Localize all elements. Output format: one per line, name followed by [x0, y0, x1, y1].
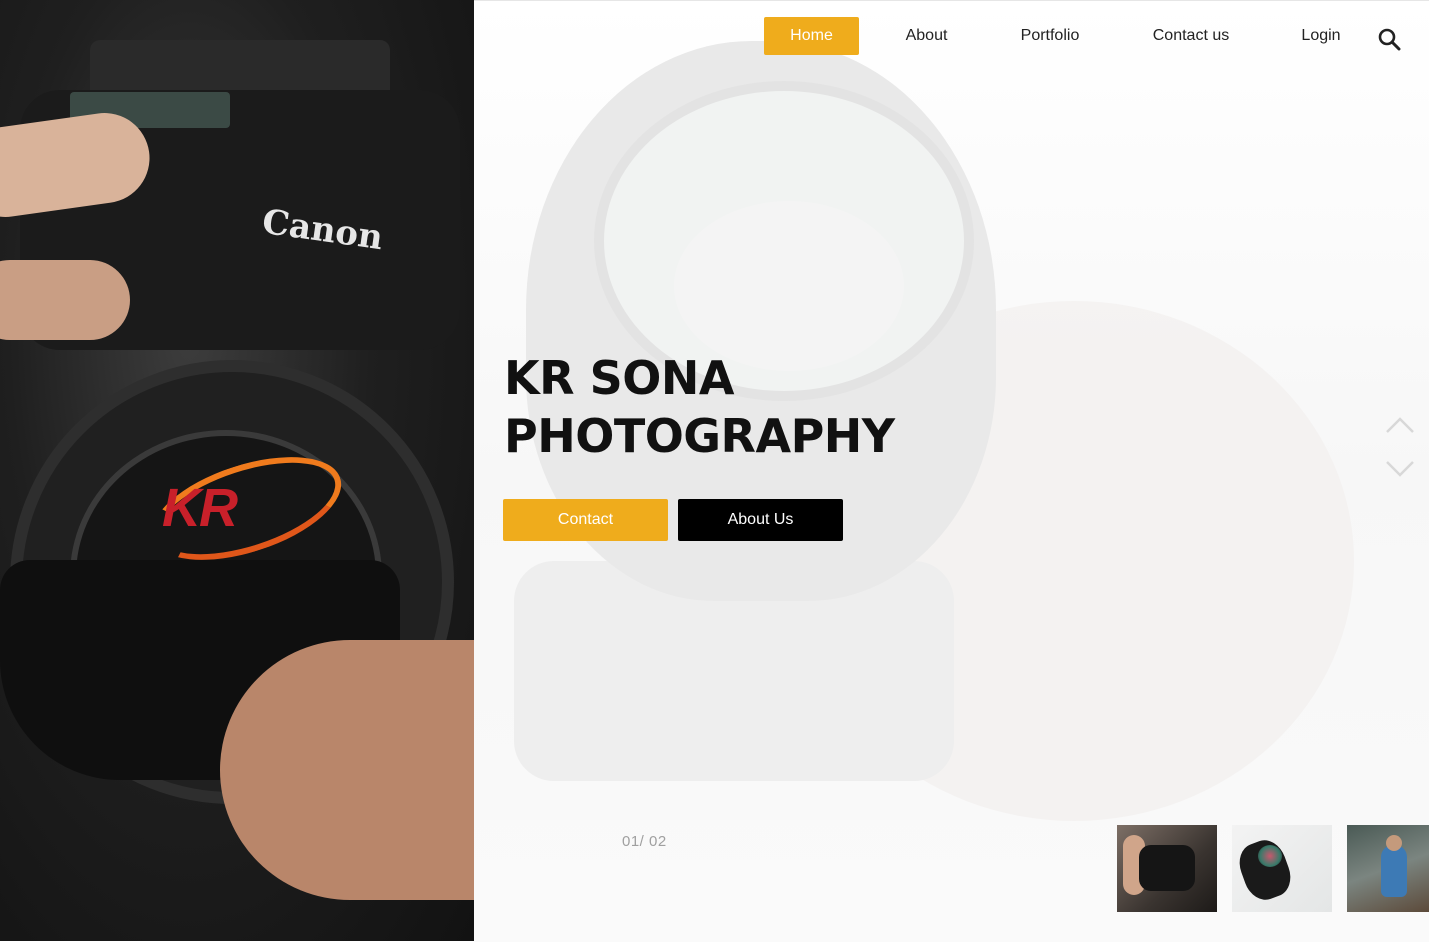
slide-counter: 01/ 02 — [622, 833, 667, 850]
thumbnail-lens-glass — [1258, 845, 1282, 867]
title-line-2: PHOTOGRAPHY — [504, 409, 895, 463]
nav-item-portfolio[interactable]: Portfolio — [1009, 17, 1091, 55]
hand-palm — [220, 640, 474, 900]
thumbnail-person-head — [1386, 835, 1402, 851]
thumbnail-person — [1381, 845, 1407, 897]
site-logo[interactable]: KR — [139, 436, 354, 581]
chevron-up-icon[interactable] — [1385, 415, 1415, 435]
search-icon[interactable] — [1377, 27, 1401, 51]
nav-item-contact-us[interactable]: Contact us — [1141, 17, 1241, 55]
hero-photo: Canon KR — [0, 0, 474, 941]
nav-item-home[interactable]: Home — [764, 17, 859, 55]
nav-item-about[interactable]: About — [894, 17, 959, 55]
slide-thumbnail-person[interactable] — [1347, 825, 1429, 912]
contact-button[interactable]: Contact — [503, 499, 668, 541]
hero-section: Home About Portfolio Contact us Login KR… — [474, 0, 1429, 942]
slide-thumbnail-camera[interactable] — [1117, 825, 1217, 912]
logo-text: KR — [162, 478, 238, 538]
main-nav: Home About Portfolio Contact us Login — [474, 17, 1429, 55]
background-lens-glass — [674, 201, 904, 371]
nav-item-login[interactable]: Login — [1292, 17, 1350, 55]
chevron-down-icon[interactable] — [1385, 459, 1415, 479]
slide-thumbnail-lens[interactable] — [1232, 825, 1332, 912]
title-line-1: KR SONA — [504, 351, 734, 405]
page-title: KR SONA PHOTOGRAPHY — [504, 349, 924, 465]
hand-finger — [0, 260, 130, 340]
about-us-button[interactable]: About Us — [678, 499, 843, 541]
thumbnail-camera — [1139, 845, 1195, 891]
